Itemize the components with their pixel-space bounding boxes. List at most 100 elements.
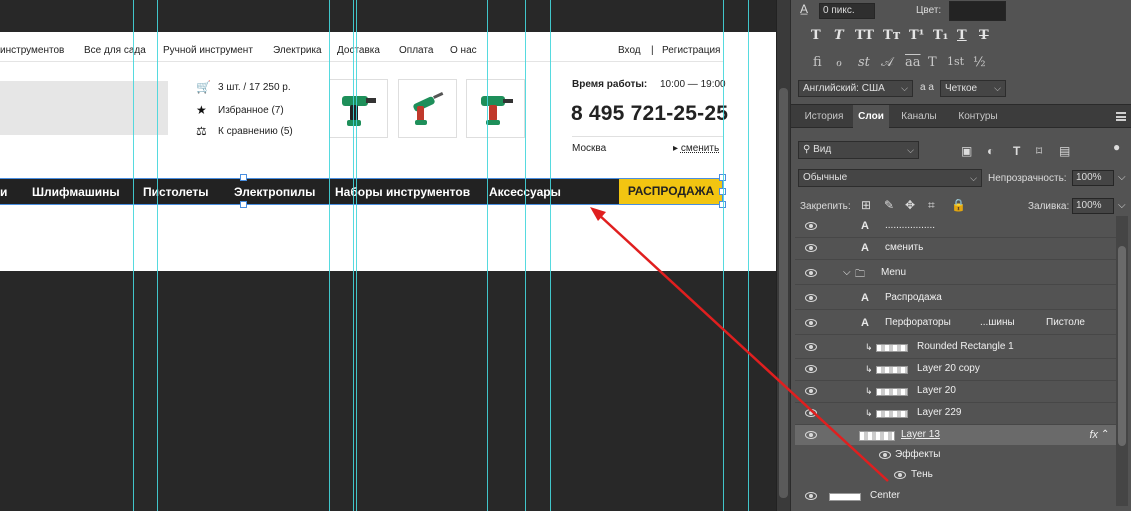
layers-scrollbar[interactable] — [1116, 216, 1128, 506]
all-caps-button[interactable]: TT — [855, 28, 874, 43]
layer-row[interactable]: A Перфораторы ...шины Пистоле — [795, 313, 1116, 335]
filter-type-icon[interactable]: T — [1013, 144, 1020, 158]
nav-link-electric[interactable]: Электрика — [273, 45, 322, 56]
chevron-down-icon[interactable]: ⌵ — [1118, 172, 1126, 183]
product-thumb-hammer-drill[interactable] — [466, 79, 525, 138]
phone-number[interactable]: 8 495 721-25-25 — [571, 102, 728, 126]
visibility-eye-icon[interactable] — [805, 269, 817, 277]
register-link[interactable]: Регистрация — [662, 45, 720, 56]
tracking-field[interactable]: 0 пикс. — [819, 3, 875, 19]
transform-selection-frame[interactable] — [0, 178, 723, 205]
layer-row[interactable]: A сменить — [795, 238, 1116, 260]
tab-paths[interactable]: Контуры — [951, 105, 1005, 128]
tab-history[interactable]: История — [797, 105, 851, 128]
opacity-field[interactable]: 100% — [1072, 170, 1114, 186]
layer-filter-dropdown[interactable]: ⚲ Вид ⌵ — [798, 141, 919, 159]
strikethrough-button[interactable]: T — [979, 28, 989, 43]
lock-position-icon[interactable]: ✥ — [905, 198, 915, 212]
layer-row[interactable]: ↳ Layer 20 — [795, 381, 1116, 403]
visibility-eye-icon[interactable] — [805, 365, 817, 373]
nav-link-tools[interactable]: инструментов — [0, 45, 64, 56]
old-style-button[interactable]: ℴ — [836, 55, 842, 70]
faux-italic-button[interactable]: T — [834, 28, 844, 43]
guide-line[interactable] — [356, 0, 357, 511]
color-swatch[interactable] — [949, 1, 1006, 21]
guide-line[interactable] — [353, 0, 354, 511]
visibility-eye-icon[interactable] — [894, 471, 906, 479]
swash-button[interactable]: 𝒜 — [881, 55, 893, 70]
lock-artboard-icon[interactable]: ⌗ — [928, 198, 935, 213]
layer-row[interactable]: ↳ Layer 229 — [795, 403, 1116, 425]
guide-line[interactable] — [157, 0, 158, 511]
lock-all-icon[interactable]: 🔒 — [951, 198, 966, 212]
filter-shape-icon[interactable]: ⌑ — [1036, 144, 1042, 158]
login-link[interactable]: Вход — [618, 45, 641, 56]
tab-channels[interactable]: Каналы — [894, 105, 944, 128]
nav-link-payment[interactable]: Оплата — [399, 45, 433, 56]
ligatures-button[interactable]: fi — [813, 55, 822, 70]
lock-transparent-icon[interactable]: ⊞ — [861, 198, 871, 212]
fill-field[interactable]: 100% — [1072, 198, 1114, 214]
visibility-eye-icon[interactable] — [805, 492, 817, 500]
scrollbar-thumb[interactable] — [779, 88, 788, 498]
small-caps-button[interactable]: Tт — [883, 28, 901, 43]
layer-row[interactable]: Center — [795, 486, 1116, 506]
filter-toggle-icon[interactable]: ● — [1113, 140, 1120, 154]
chevron-up-icon[interactable]: ⌃ — [1101, 429, 1109, 440]
visibility-eye-icon[interactable] — [879, 451, 891, 459]
document-canvas[interactable]: инструментов Все для сада Ручной инструм… — [0, 0, 776, 511]
chevron-down-icon[interactable]: ⌵ — [843, 267, 851, 278]
language-dropdown[interactable]: Английский: США ⌵ — [798, 80, 913, 97]
guide-line[interactable] — [550, 0, 551, 511]
layer-row[interactable]: ↳ Rounded Rectangle 1 — [795, 337, 1116, 359]
titling-button[interactable]: T — [928, 55, 937, 70]
visibility-eye-icon[interactable] — [805, 387, 817, 395]
guide-line[interactable] — [487, 0, 488, 511]
transform-handle-top[interactable] — [240, 174, 247, 181]
stylistic-alt-button[interactable]: aa — [905, 55, 921, 70]
visibility-eye-icon[interactable] — [805, 319, 817, 327]
nav-link-delivery[interactable]: Доставка — [337, 45, 380, 56]
visibility-eye-icon[interactable] — [805, 343, 817, 351]
tab-layers[interactable]: Слои — [853, 105, 889, 128]
fractions-button[interactable]: ½ — [973, 55, 986, 70]
guide-line[interactable] — [525, 0, 526, 511]
scrollbar-thumb[interactable] — [1118, 246, 1126, 446]
effect-row[interactable]: Тень — [795, 465, 1116, 487]
effects-fx-icon[interactable]: fx — [1089, 429, 1098, 441]
guide-line[interactable] — [748, 0, 749, 511]
layer-group-row[interactable]: ⌵ 🗀 Menu — [795, 263, 1116, 285]
filter-pixel-icon[interactable]: ▣ — [961, 144, 972, 158]
blend-mode-dropdown[interactable]: Обычные ⌵ — [798, 169, 982, 187]
product-thumb-screwdriver[interactable] — [398, 79, 457, 138]
visibility-eye-icon[interactable] — [805, 431, 817, 439]
guide-line[interactable] — [133, 0, 134, 511]
product-thumb-impact-wrench[interactable] — [329, 79, 388, 138]
nav-link-garden[interactable]: Все для сада — [84, 45, 146, 56]
layer-row[interactable]: A Распродажа — [795, 288, 1116, 310]
antialias-dropdown[interactable]: Четкое ⌵ — [940, 80, 1006, 97]
ordinals-button[interactable]: 1st — [947, 55, 964, 68]
chevron-down-icon[interactable]: ⌵ — [1118, 200, 1126, 211]
transform-handle-bottom[interactable] — [240, 201, 247, 208]
layer-row[interactable]: ↳ Layer 20 copy — [795, 359, 1116, 381]
visibility-eye-icon[interactable] — [805, 294, 817, 302]
layer-row[interactable]: A .................. — [795, 216, 1116, 238]
filter-smart-object-icon[interactable]: ▤ — [1059, 144, 1070, 158]
discretionary-lig-button[interactable]: st — [858, 55, 870, 70]
panel-menu-icon[interactable] — [1116, 112, 1126, 121]
guide-line[interactable] — [723, 0, 724, 511]
guide-line[interactable] — [329, 0, 330, 511]
filter-adjustment-icon[interactable]: ◐ — [987, 144, 994, 158]
nav-link-hand-tools[interactable]: Ручной инструмент — [163, 45, 253, 56]
lock-brush-icon[interactable]: ✎ — [884, 198, 894, 212]
visibility-eye-icon[interactable] — [805, 222, 817, 230]
visibility-eye-icon[interactable] — [805, 244, 817, 252]
nav-link-about[interactable]: О нас — [450, 45, 477, 56]
underline-button[interactable]: T — [957, 28, 967, 43]
subscript-button[interactable]: T₁ — [933, 28, 948, 43]
change-city-link[interactable]: ▸ сменить — [673, 143, 719, 154]
layer-row-selected[interactable]: Layer 13 fx ⌃ — [795, 425, 1116, 447]
superscript-button[interactable]: T¹ — [909, 28, 924, 43]
canvas-vertical-scrollbar[interactable] — [776, 0, 790, 511]
